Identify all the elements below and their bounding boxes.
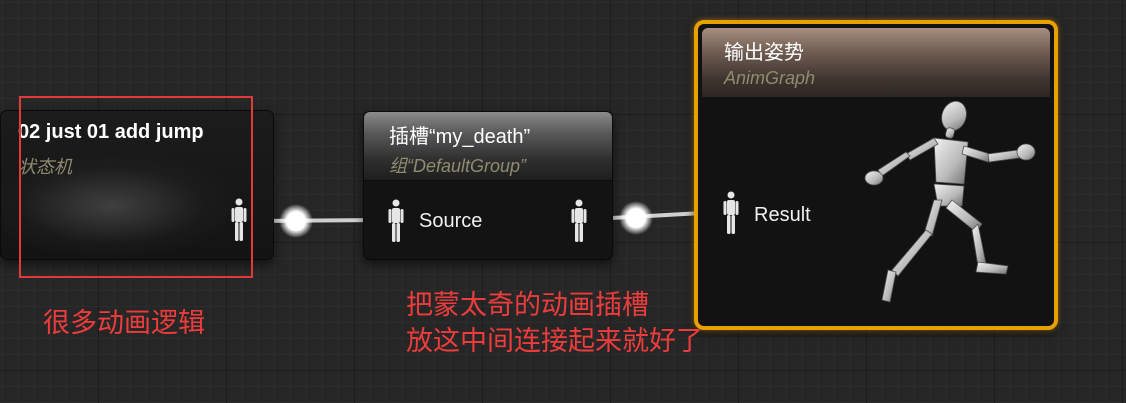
pose-figure-icon[interactable] [387,198,405,244]
pose-figure-icon[interactable] [570,198,588,244]
pose-figure-icon[interactable] [722,190,740,236]
slot-node-subtitle: 组“DefaultGroup” [389,156,527,176]
annotation-left-note: 很多动画逻辑 [43,308,205,338]
annotation-center-note-line1: 把蒙太奇的动画插槽 [406,290,649,320]
mannequin-running-icon [864,100,1036,303]
output-pose-subtitle: AnimGraph [724,68,816,88]
output-pose-title: 输出姿势 [724,42,804,64]
result-pin-label: Result [754,204,811,226]
annotation-center-note-line2: 放这中间连接起来就好了 [406,326,703,356]
slot-node[interactable]: 插槽“my_death” 组“DefaultGroup” Source [363,111,613,260]
highlight-box [19,96,253,278]
source-pin-label: Source [419,210,483,232]
slot-node-title: 插槽“my_death” [389,126,531,148]
output-pose-node[interactable]: 输出姿势 AnimGraph Result [694,20,1058,330]
